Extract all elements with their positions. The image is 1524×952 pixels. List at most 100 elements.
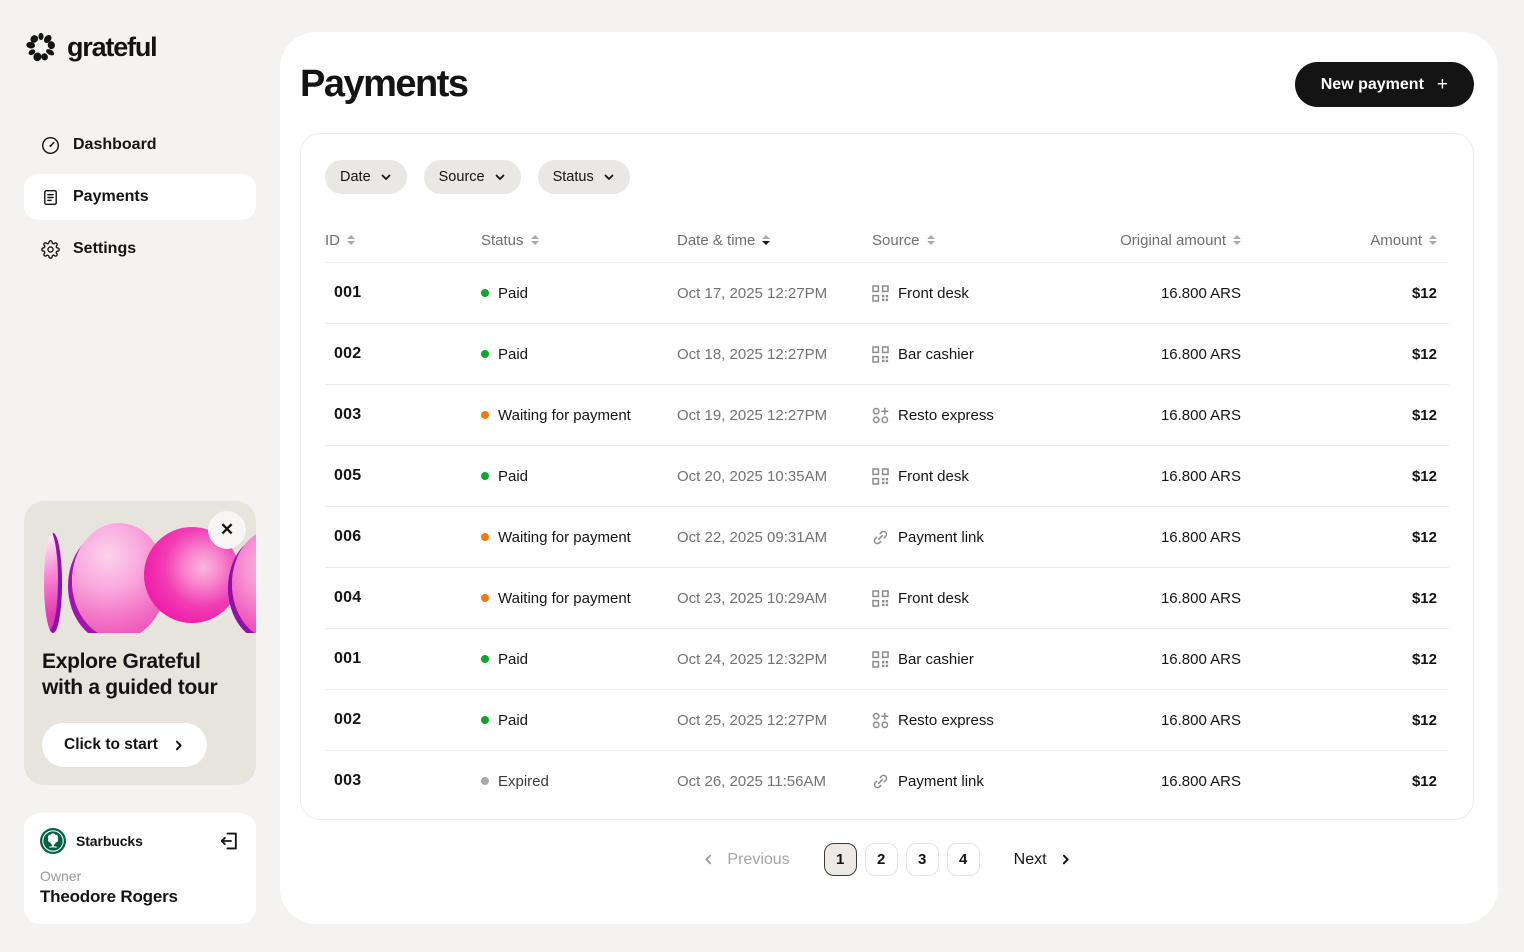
column-label: ID xyxy=(325,232,340,249)
sort-down-arrow xyxy=(1233,241,1241,245)
chevron-right-icon xyxy=(1059,853,1072,866)
status-dot xyxy=(481,716,489,724)
cell-amount: $12 xyxy=(1241,651,1449,668)
table-row[interactable]: 003Waiting for paymentOct 19, 2025 12:27… xyxy=(325,384,1449,445)
page-button-4[interactable]: 4 xyxy=(947,843,980,876)
qr-icon xyxy=(872,468,889,485)
table-row[interactable]: 005PaidOct 20, 2025 10:35AM Front desk16… xyxy=(325,445,1449,506)
cell-original-amount: 16.800 ARS xyxy=(1088,590,1241,607)
chevron-down-icon xyxy=(494,171,506,183)
cell-datetime: Oct 26, 2025 11:56AM xyxy=(677,773,872,790)
column-label: Original amount xyxy=(1120,232,1226,249)
table-row[interactable]: 006Waiting for paymentOct 22, 2025 09:31… xyxy=(325,506,1449,567)
cell-original-amount: 16.800 ARS xyxy=(1088,529,1241,546)
column-label: Status xyxy=(481,232,524,249)
status-dot xyxy=(481,777,489,785)
source-label: Front desk xyxy=(898,590,969,607)
cell-status: Paid xyxy=(481,285,677,302)
column-header-status[interactable]: Status xyxy=(481,232,677,249)
new-payment-button[interactable]: New payment + xyxy=(1295,62,1474,107)
cell-id: 002 xyxy=(325,345,481,363)
logout-icon xyxy=(218,830,240,852)
guided-tour-promo-card: ✕ Explore Grateful with a guided tour Cl… xyxy=(24,501,256,785)
sidebar-item-label: Dashboard xyxy=(73,136,157,154)
status-label: Expired xyxy=(498,773,549,790)
pagination: Previous 1234 Next xyxy=(300,820,1474,876)
tour-start-button[interactable]: Click to start xyxy=(42,723,207,767)
status-label: Paid xyxy=(498,468,528,485)
source-label: Resto express xyxy=(898,712,994,729)
chevron-down-icon xyxy=(380,171,392,183)
filter-status[interactable]: Status xyxy=(538,160,630,194)
column-header-amount[interactable]: Amount xyxy=(1241,232,1449,249)
filter-date[interactable]: Date xyxy=(325,160,407,194)
table-body: 001PaidOct 17, 2025 12:27PM Front desk16… xyxy=(325,262,1449,811)
grateful-burst-icon xyxy=(24,30,58,64)
status-dot xyxy=(481,289,489,297)
page-button-3[interactable]: 3 xyxy=(906,843,939,876)
table-row[interactable]: 004Waiting for paymentOct 23, 2025 10:29… xyxy=(325,567,1449,628)
cell-source: Resto express xyxy=(872,407,1088,424)
status-label: Paid xyxy=(498,346,528,363)
status-dot xyxy=(481,350,489,358)
source-label: Payment link xyxy=(898,529,984,546)
cell-status: Paid xyxy=(481,346,677,363)
column-header-original-amount[interactable]: Original amount xyxy=(1088,232,1241,249)
page-button-1[interactable]: 1 xyxy=(824,843,857,876)
sort-icon xyxy=(347,235,355,245)
sort-up-arrow xyxy=(1233,235,1241,239)
status-dot xyxy=(481,533,489,541)
link-icon xyxy=(872,773,889,790)
table-row[interactable]: 003ExpiredOct 26, 2025 11:56AM Payment l… xyxy=(325,750,1449,811)
close-icon: ✕ xyxy=(220,520,234,540)
starbucks-logo xyxy=(40,828,66,854)
page-button-2[interactable]: 2 xyxy=(865,843,898,876)
sidebar-item-settings[interactable]: Settings xyxy=(24,226,256,272)
dashboard-icon xyxy=(41,136,60,155)
qr-icon xyxy=(872,285,889,302)
source-label: Resto express xyxy=(898,407,994,424)
filter-bar: Date Source Status xyxy=(325,160,1449,194)
cell-original-amount: 16.800 ARS xyxy=(1088,407,1241,424)
cell-datetime: Oct 23, 2025 10:29AM xyxy=(677,590,872,607)
filter-source[interactable]: Source xyxy=(424,160,521,194)
payments-icon xyxy=(41,188,60,207)
column-header-source[interactable]: Source xyxy=(872,232,1088,249)
main-panel: Payments New payment + Date Source Status … xyxy=(280,32,1498,924)
promo-close-button[interactable]: ✕ xyxy=(208,511,246,549)
cell-original-amount: 16.800 ARS xyxy=(1088,712,1241,729)
payments-table-card: Date Source Status ID Status Date & time Sour… xyxy=(300,133,1474,820)
table-row[interactable]: 002PaidOct 25, 2025 12:27PM Resto expres… xyxy=(325,689,1449,750)
sort-icon xyxy=(1233,235,1241,245)
logout-button[interactable] xyxy=(218,830,240,852)
source-label: Payment link xyxy=(898,773,984,790)
cell-amount: $12 xyxy=(1241,773,1449,790)
page-title: Payments xyxy=(300,63,468,106)
column-header-date-time[interactable]: Date & time xyxy=(677,232,872,249)
cell-status: Waiting for payment xyxy=(481,529,677,546)
cell-datetime: Oct 17, 2025 12:27PM xyxy=(677,285,872,302)
cell-id: 003 xyxy=(325,406,481,424)
cell-source: Resto express xyxy=(872,712,1088,729)
cell-id: 001 xyxy=(325,284,481,302)
table-row[interactable]: 001PaidOct 17, 2025 12:27PM Front desk16… xyxy=(325,262,1449,323)
sort-icon xyxy=(531,235,539,245)
sort-down-arrow xyxy=(531,241,539,245)
sort-down-arrow xyxy=(1429,241,1437,245)
table-row[interactable]: 002PaidOct 18, 2025 12:27PM Bar cashier1… xyxy=(325,323,1449,384)
source-label: Front desk xyxy=(898,285,969,302)
column-header-id[interactable]: ID xyxy=(325,232,481,249)
status-label: Waiting for payment xyxy=(498,590,631,607)
table-row[interactable]: 001PaidOct 24, 2025 12:32PM Bar cashier1… xyxy=(325,628,1449,689)
previous-page-button[interactable]: Previous xyxy=(702,851,789,869)
account-company: Starbucks xyxy=(76,833,143,849)
next-page-button[interactable]: Next xyxy=(1014,851,1072,869)
sidebar-item-dashboard[interactable]: Dashboard xyxy=(24,122,256,168)
sidebar-item-payments[interactable]: Payments xyxy=(24,174,256,220)
status-label: Paid xyxy=(498,651,528,668)
cell-id: 006 xyxy=(325,528,481,546)
filter-label: Source xyxy=(439,169,485,185)
column-label: Date & time xyxy=(677,232,755,249)
account-card[interactable]: Starbucks Owner Theodore Rogers xyxy=(24,813,256,924)
qr-icon xyxy=(872,651,889,668)
